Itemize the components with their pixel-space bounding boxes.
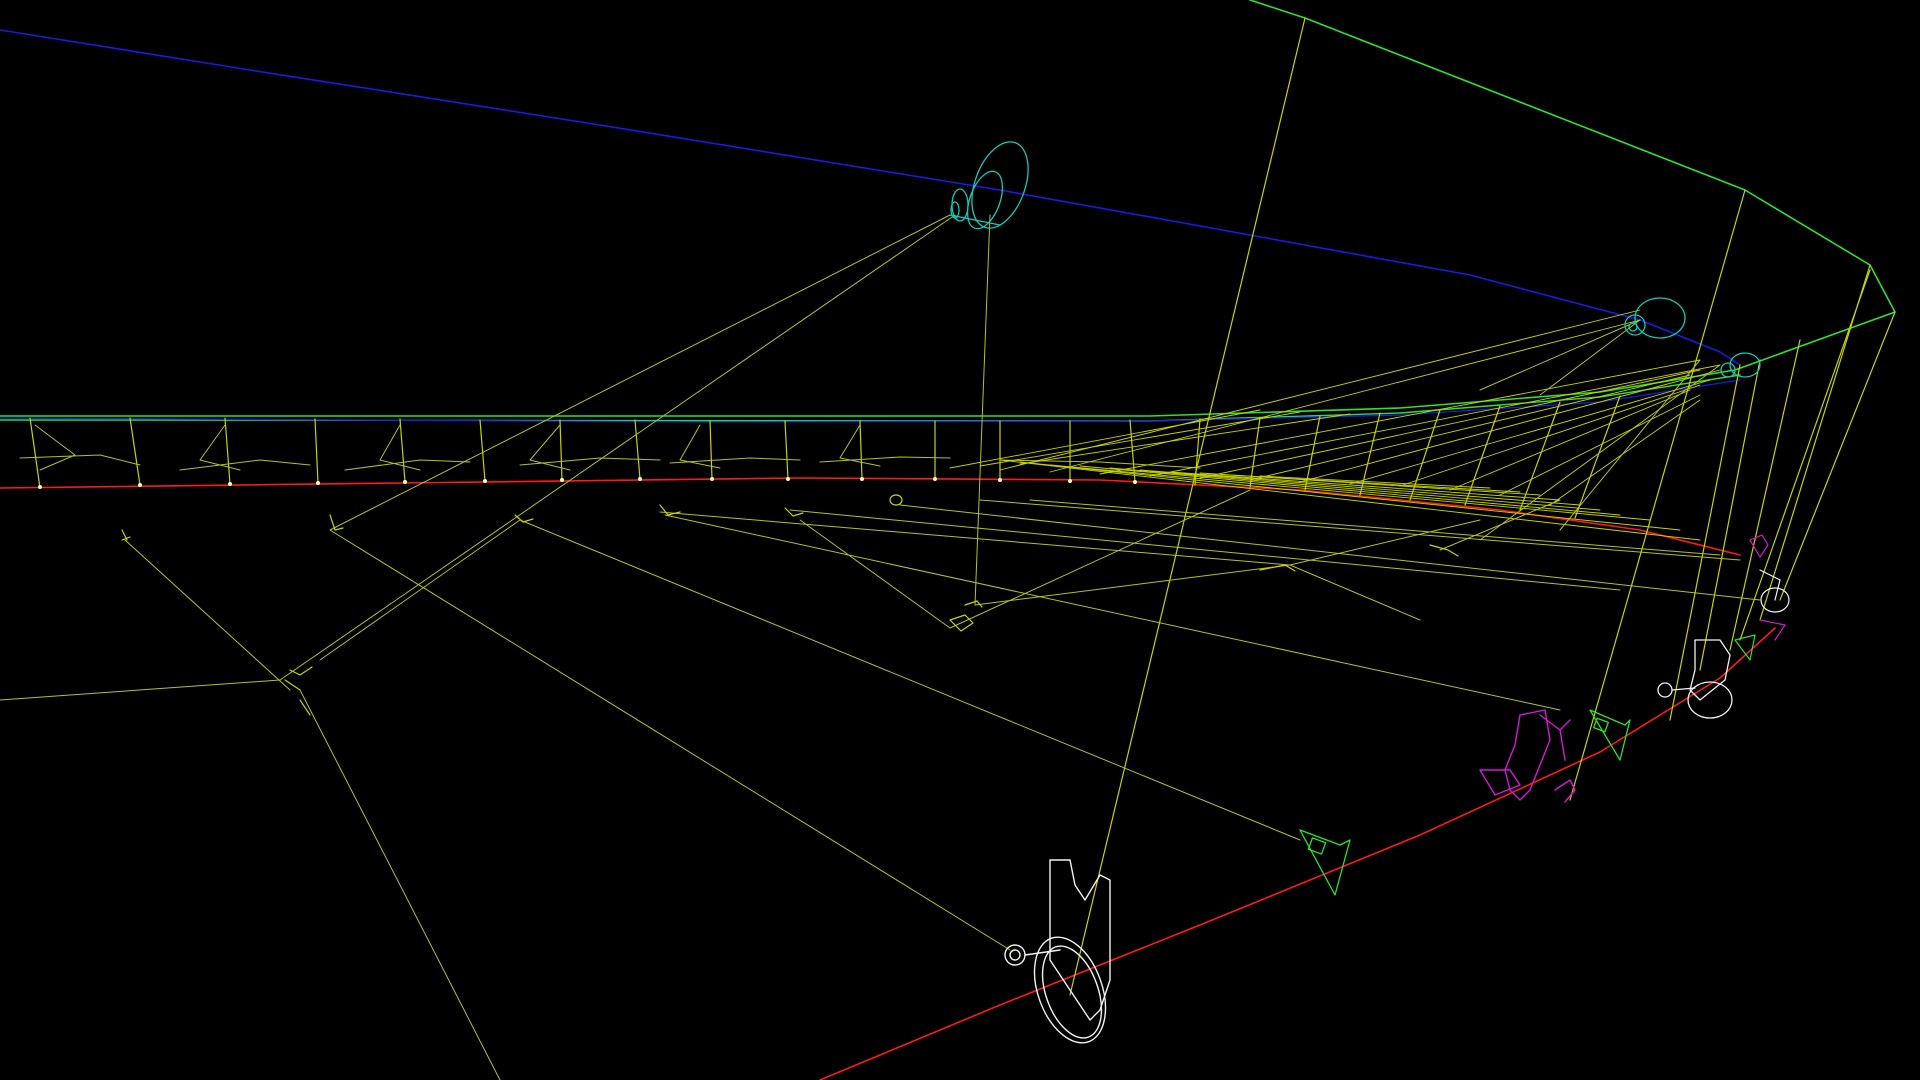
support-struts: [0, 214, 1761, 1080]
wireframe-canvas[interactable]: [0, 0, 1920, 1080]
bracket-part-large: [1004, 859, 1111, 1044]
cad-viewport[interactable]: [0, 0, 1920, 1080]
pivot-sphere-upper: [949, 141, 1029, 230]
truss-frame: [19, 395, 1621, 519]
bracket-part-medium: [1657, 639, 1733, 719]
bracket-part-magenta-2: [1749, 534, 1786, 641]
lower-rail: [0, 477, 1776, 1080]
outer-frame: [0, 0, 1896, 422]
wedge-part-2: [1589, 709, 1631, 761]
wedge-part-1: [1299, 829, 1351, 896]
joint-markers: [121, 494, 1459, 716]
strut-bundle: [949, 309, 1721, 541]
long-struts: [1069, 17, 1896, 996]
bracket-part-magenta: [1479, 709, 1576, 803]
upper-rail: [0, 29, 1741, 423]
